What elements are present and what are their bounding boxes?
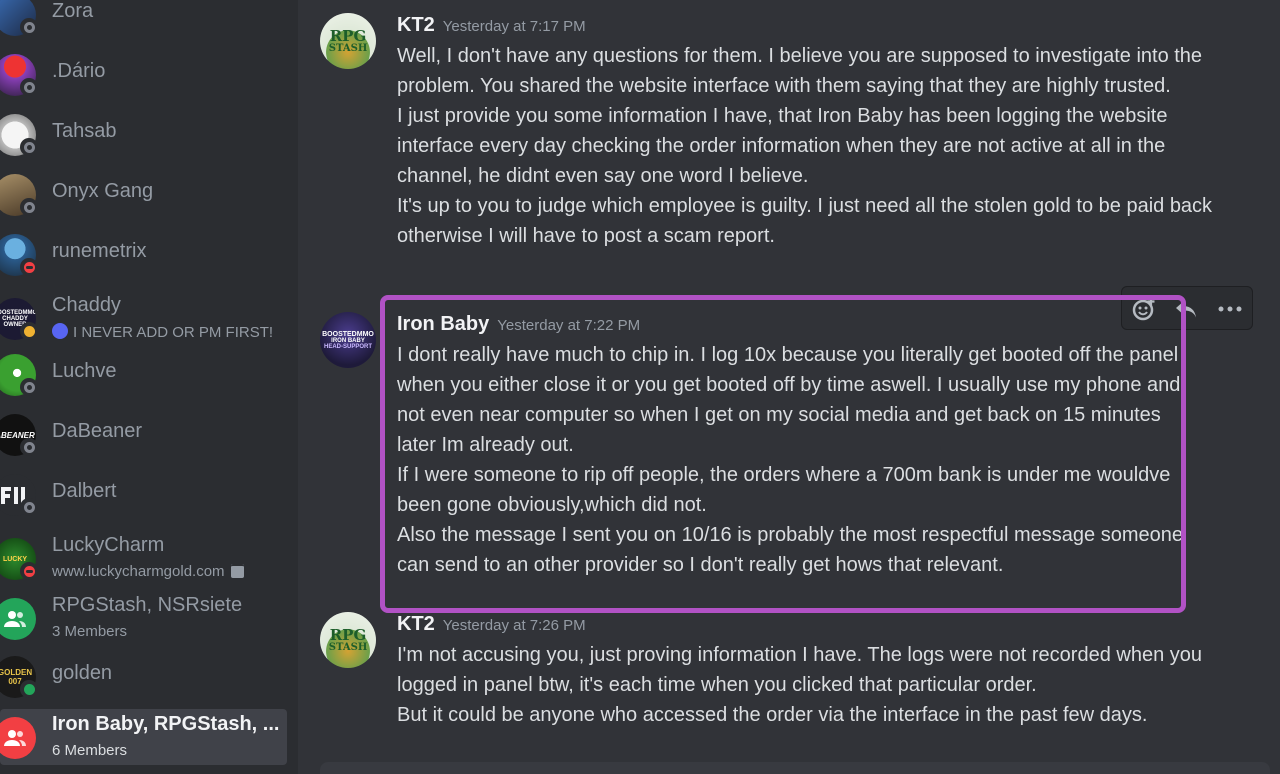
message-content: Well, I don't have any questions for the…	[397, 41, 1217, 251]
message-paragraph: It's up to you to judge which employee i…	[397, 195, 1213, 247]
member-count: 6 Members	[52, 742, 128, 759]
message-header: KT2 Yesterday at 7:17 PM	[397, 14, 586, 37]
dm-name: Chaddy	[52, 294, 121, 316]
message-paragraph: Also the message I sent you on 10/16 is …	[397, 524, 1183, 576]
dm-name: Dalbert	[52, 480, 117, 502]
dm-item-golden[interactable]: GOLDEN 007 golden	[0, 648, 287, 704]
status-offline-icon	[20, 198, 38, 216]
status-emoji-icon	[52, 323, 68, 339]
status-offline-icon	[20, 18, 38, 36]
author-name[interactable]: Iron Baby	[397, 313, 489, 335]
status-offline-icon	[20, 78, 38, 96]
group-icon	[4, 611, 26, 627]
status-offline-icon	[20, 138, 38, 156]
message-content: I'm not accusing you, just proving infor…	[397, 640, 1217, 730]
dm-item-runemetrix[interactable]: runemetrix	[0, 226, 287, 282]
message-paragraph: Well, I don't have any questions for the…	[397, 45, 1203, 97]
member-count: 3 Members	[52, 623, 128, 640]
dm-name: Iron Baby, RPGStash, ...	[52, 713, 280, 735]
timestamp: Yesterday at 7:26 PM	[442, 617, 586, 634]
message-paragraph: But it could be anyone who accessed the …	[397, 704, 1148, 726]
dm-item-dalbert[interactable]: Dalbert	[0, 466, 287, 522]
dm-name: .Dário	[52, 60, 106, 82]
dm-name: runemetrix	[52, 240, 147, 262]
dm-name: Zora	[52, 0, 94, 22]
reply-icon[interactable]	[1170, 293, 1202, 325]
message-header: Iron Baby Yesterday at 7:22 PM	[397, 313, 640, 336]
author-avatar[interactable]: RPG STASH	[320, 13, 376, 69]
message-paragraph: I just provide you some information I ha…	[397, 105, 1168, 187]
group-avatar	[0, 598, 36, 640]
dm-name: Onyx Gang	[52, 180, 154, 202]
dm-name: DaBeaner	[52, 420, 143, 442]
status-dnd-icon	[20, 258, 38, 276]
note-icon	[230, 564, 244, 578]
message-paragraph: If I were someone to rip off people, the…	[397, 464, 1171, 516]
dm-item-tahsab[interactable]: Tahsab	[0, 106, 287, 162]
dm-name: RPGStash, NSRsiete	[52, 594, 243, 616]
dm-item-luchve[interactable]: Luchve	[0, 346, 287, 402]
custom-status: www.luckycharmgold.com	[52, 563, 244, 580]
status-offline-icon	[20, 378, 38, 396]
dm-item-group-rpgstash-nsrsiete[interactable]: RPGStash, NSRsiete 3 Members	[0, 590, 287, 646]
dm-item-dabeaner[interactable]: ABEANER DaBeaner	[0, 406, 287, 462]
message-header: KT2 Yesterday at 7:26 PM	[397, 613, 586, 636]
dm-item-zora[interactable]: Zora	[0, 0, 287, 42]
chat-area: RPG STASH KT2 Yesterday at 7:17 PM Well, …	[298, 0, 1280, 774]
message-paragraph: I dont really have much to chip in. I lo…	[397, 344, 1181, 456]
dm-name: Luchve	[52, 360, 117, 382]
author-avatar[interactable]: BOOSTEDMMO IRON BABY HEAD-SUPPORT	[320, 312, 376, 368]
more-icon[interactable]	[1214, 293, 1246, 325]
dm-item-chaddy[interactable]: BOOSTEDMMO CHADDY OWNER Chaddy I NEVER A…	[0, 290, 287, 346]
author-name[interactable]: KT2	[397, 14, 435, 36]
group-icon	[4, 730, 26, 746]
dm-item-onyx-gang[interactable]: Onyx Gang	[0, 166, 287, 222]
dm-sidebar: Zora .Dário Tahsab Onyx Gang runemetrix …	[0, 0, 298, 774]
status-idle-icon	[20, 322, 38, 340]
dm-item-group-iron-baby[interactable]: Iron Baby, RPGStash, ... 6 Members	[0, 709, 287, 765]
status-dnd-icon	[20, 562, 38, 580]
group-avatar	[0, 717, 36, 759]
author-name[interactable]: KT2	[397, 613, 435, 635]
add-reaction-icon[interactable]	[1128, 293, 1160, 325]
author-avatar[interactable]: RPG STASH	[320, 612, 376, 668]
status-online-icon	[20, 680, 38, 698]
timestamp: Yesterday at 7:22 PM	[497, 317, 641, 334]
dm-item-luckycharm[interactable]: LUCKY LuckyCharm www.luckycharmgold.com	[0, 530, 287, 586]
message-paragraph: I'm not accusing you, just proving infor…	[397, 644, 1202, 696]
dm-name: Tahsab	[52, 120, 117, 142]
custom-status: I NEVER ADD OR PM FIRST!	[52, 323, 273, 341]
status-offline-icon	[20, 438, 38, 456]
message-hover-toolbar	[1121, 286, 1253, 330]
message-content: I dont really have much to chip in. I lo…	[397, 340, 1197, 580]
dm-name: LuckyCharm	[52, 534, 165, 556]
dm-item-dario[interactable]: .Dário	[0, 46, 287, 102]
status-offline-icon	[20, 498, 38, 516]
message-input[interactable]	[320, 762, 1270, 774]
timestamp: Yesterday at 7:17 PM	[442, 18, 586, 35]
dm-name: golden	[52, 662, 113, 684]
